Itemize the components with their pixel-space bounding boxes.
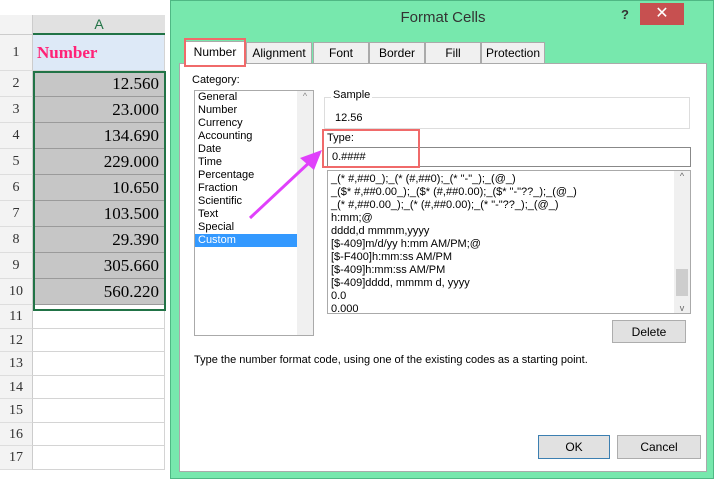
pointer-arrow-icon <box>248 150 322 220</box>
